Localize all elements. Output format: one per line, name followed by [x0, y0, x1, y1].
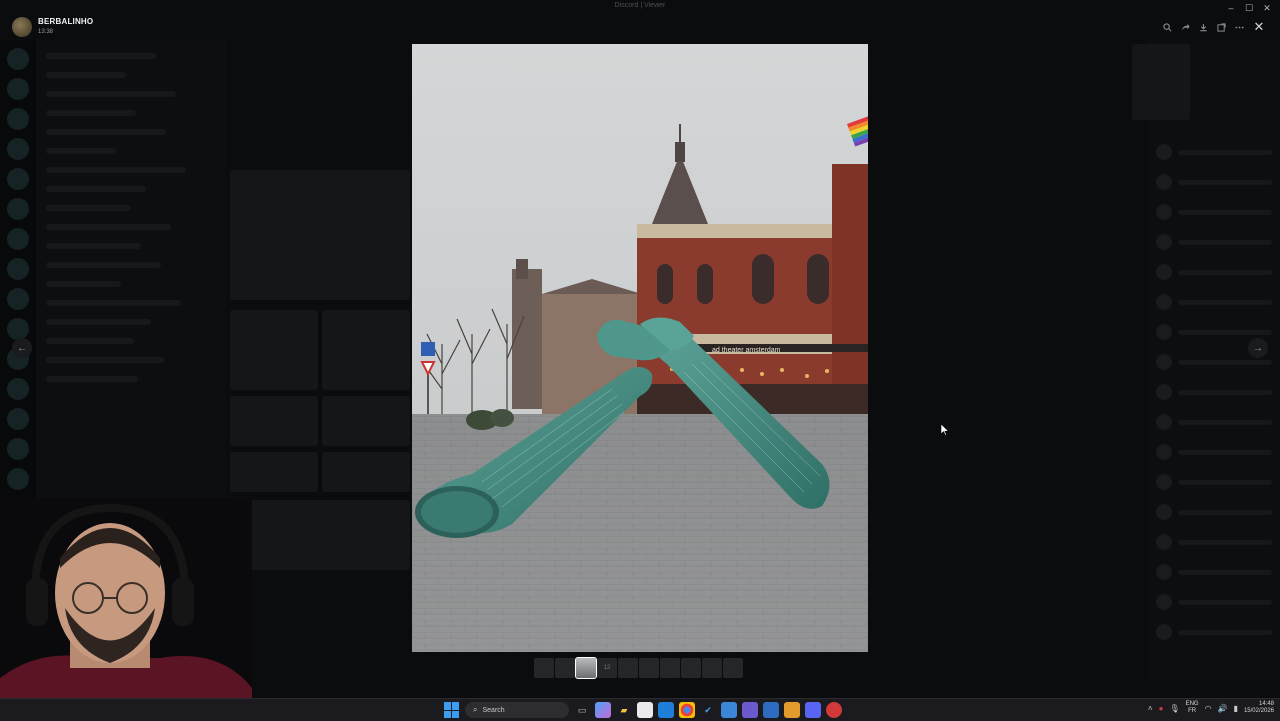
thumbnail[interactable]: [639, 658, 659, 678]
close-icon[interactable]: ✕: [1248, 18, 1270, 36]
thumbnail[interactable]: [555, 658, 575, 678]
taskbar-apps: ⌕ Search ▭ ▰ ✔: [444, 702, 842, 718]
previous-image-button[interactable]: ←: [12, 338, 32, 358]
thumbnail[interactable]: 12: [597, 658, 617, 678]
thumbnail-strip: 12: [534, 657, 743, 679]
mouse-cursor: [940, 423, 950, 441]
windows-start-icon[interactable]: [444, 702, 460, 718]
avatar[interactable]: [12, 17, 32, 37]
more-icon[interactable]: [1230, 18, 1248, 36]
recording-icon[interactable]: [826, 702, 842, 718]
viewer-header: Discord | Viewer – ☐ ✕ BERBALINHO 13:38 …: [0, 0, 1280, 44]
wifi-icon[interactable]: ◠: [1205, 704, 1212, 713]
window-title: Discord | Viewer: [614, 2, 666, 9]
maximize-button[interactable]: ☐: [1240, 0, 1258, 16]
app-icon[interactable]: [784, 702, 800, 718]
system-tray: ˄ ● 🎙 ENG FR ◠ 🔊 ▮ 14:48 15/02/2026: [1148, 701, 1274, 715]
chevron-up-icon[interactable]: ˄: [1148, 704, 1153, 713]
tray-app-icon[interactable]: ●: [1159, 704, 1164, 713]
uploader-info: BERBALINHO 13:38: [12, 17, 93, 37]
language-indicator[interactable]: ENG FR: [1186, 701, 1199, 715]
calendar-icon[interactable]: [721, 702, 737, 718]
statue-photo-illustration: ad theater amsterdam: [412, 44, 868, 652]
chrome-icon[interactable]: [679, 702, 695, 718]
mail-icon[interactable]: [658, 702, 674, 718]
battery-icon[interactable]: ▮: [1234, 704, 1238, 713]
next-image-button[interactable]: →: [1248, 338, 1268, 358]
chat-area: [228, 40, 418, 680]
arrow-right-icon: →: [1253, 342, 1263, 354]
upload-time: 13:38: [38, 29, 54, 35]
thumbnail-active[interactable]: [575, 657, 597, 679]
uploader-name[interactable]: BERBALINHO: [38, 17, 93, 27]
notes-icon[interactable]: [763, 702, 779, 718]
arrow-left-icon: ←: [17, 342, 27, 354]
viewer-toolbar: ✕: [1158, 18, 1270, 36]
window-close-button[interactable]: ✕: [1258, 0, 1276, 16]
store-icon[interactable]: [637, 702, 653, 718]
vpn-icon[interactable]: ✔: [700, 702, 716, 718]
folder-icon[interactable]: ▰: [616, 702, 632, 718]
taskbar-search[interactable]: ⌕ Search: [465, 702, 569, 718]
open-external-icon[interactable]: [1212, 18, 1230, 36]
webcam-overlay: [0, 498, 252, 720]
streamer-webcam-illustration: [0, 498, 252, 720]
copilot-icon[interactable]: [595, 702, 611, 718]
search-placeholder: Search: [482, 706, 505, 714]
discord-icon[interactable]: [805, 702, 821, 718]
thumbnail[interactable]: [681, 658, 701, 678]
thumbnail[interactable]: [723, 658, 743, 678]
teams-icon[interactable]: [742, 702, 758, 718]
thumbnail[interactable]: [534, 658, 554, 678]
search-icon: ⌕: [473, 705, 478, 714]
taskbar-clock[interactable]: 14:48 15/02/2026: [1244, 701, 1274, 715]
microphone-icon[interactable]: 🎙: [1169, 704, 1179, 713]
viewer-image[interactable]: ad theater amsterdam: [412, 44, 868, 652]
minimize-button[interactable]: –: [1222, 0, 1240, 16]
task-view-icon[interactable]: ▭: [574, 702, 590, 718]
download-icon[interactable]: [1194, 18, 1212, 36]
window-controls: – ☐ ✕: [1222, 0, 1276, 16]
volume-icon[interactable]: 🔊: [1218, 704, 1228, 713]
taskbar: ⌕ Search ▭ ▰ ✔ ˄ ● 🎙 ENG FR ◠ 🔊 ▮ 14:48 …: [0, 698, 1280, 721]
thumbnail[interactable]: [702, 658, 722, 678]
zoom-in-icon[interactable]: [1158, 18, 1176, 36]
thumbnail[interactable]: [660, 658, 680, 678]
theater-sign: ad theater amsterdam: [712, 347, 781, 354]
thumbnail[interactable]: [618, 658, 638, 678]
member-list: [1132, 40, 1280, 680]
share-icon[interactable]: [1176, 18, 1194, 36]
